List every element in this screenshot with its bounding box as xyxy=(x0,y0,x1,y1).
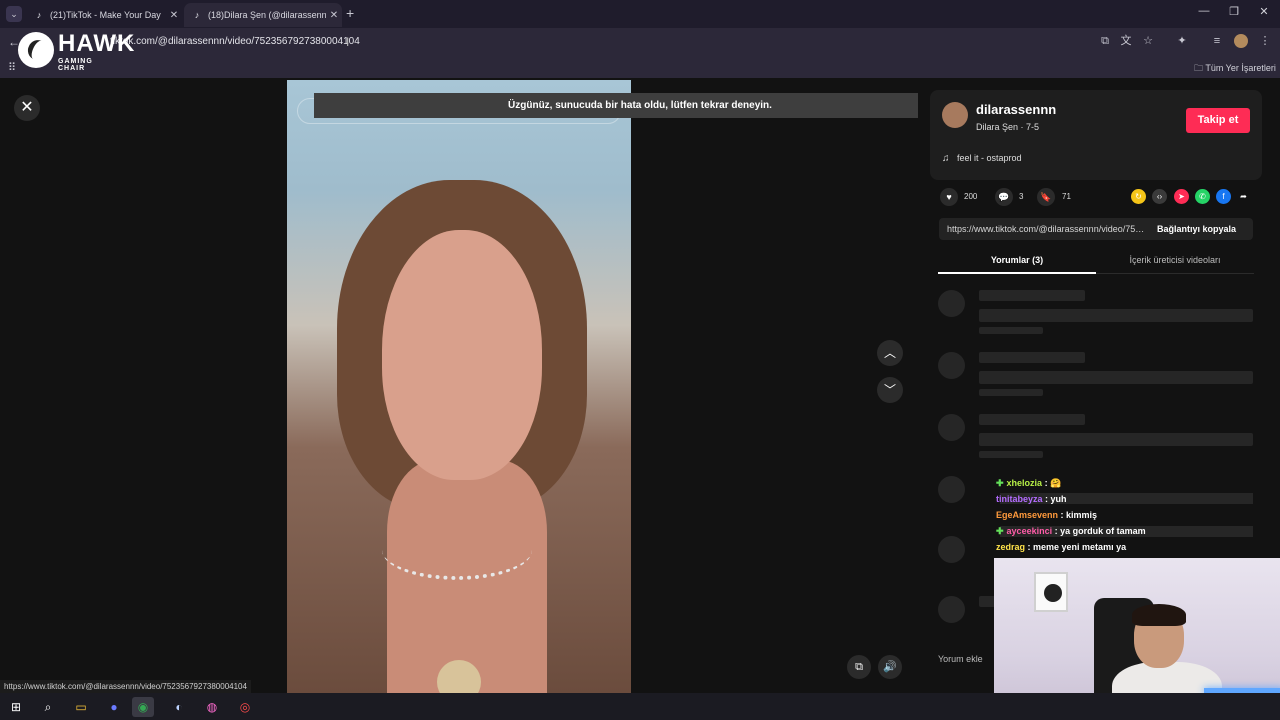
address-bar[interactable]: tiktok.com/@dilarassennn/video/752356792… xyxy=(100,32,1100,52)
comment-skeleton xyxy=(938,290,1254,340)
media-icon[interactable]: ≡ xyxy=(1210,34,1224,48)
close-tab-icon[interactable]: ✕ xyxy=(166,10,182,21)
tab-title: (21)TikTok - Make Your Day xyxy=(50,10,161,20)
stats-row: ♥ 200 💬 3 🔖 71 ↻ ‹› ➤ ✆ f ➦ xyxy=(930,186,1270,210)
all-bookmarks-label: Tüm Yer İşaretleri xyxy=(1205,63,1276,73)
translate-icon[interactable]: 文 xyxy=(1119,34,1133,48)
stream-chat: ✚ xhelozia : 🤗 tinitabeyza : yuh EgeAmsev… xyxy=(996,478,1256,558)
chat-user: ayceekinci xyxy=(1006,526,1053,536)
discord-icon[interactable]: ◍ xyxy=(201,697,223,717)
search-icon[interactable]: ⌕ xyxy=(37,697,59,717)
hawk-subtitle: GAMING CHAIR xyxy=(58,58,93,72)
hawk-logo: HAWK GAMING CHAIR xyxy=(18,30,134,72)
music-title[interactable]: feel it - ostaprod xyxy=(957,153,1022,163)
chat-text: : kimmiş xyxy=(1060,510,1098,520)
like-icon[interactable]: ♥ xyxy=(940,188,958,206)
status-bar-url: https://www.tiktok.com/@dilarassennn/vid… xyxy=(0,680,251,693)
install-app-icon[interactable]: ⧉ xyxy=(1098,34,1112,48)
browser-tab-tiktok[interactable]: ♪ (21)TikTok - Make Your Day ✕ xyxy=(26,3,182,27)
restore-icon[interactable]: ❐ xyxy=(1219,5,1249,18)
author-display-name: Dilara Şen · 7-5 xyxy=(976,122,1040,132)
author-card: dilarassennn Dilara Şen · 7-5 Takip et ♫… xyxy=(930,90,1262,180)
profile-avatar[interactable] xyxy=(1234,34,1248,48)
music-note-icon: ♫ xyxy=(942,153,950,164)
next-video-button[interactable]: ﹀ xyxy=(877,377,903,403)
author-avatar[interactable] xyxy=(942,102,968,128)
tab-underline xyxy=(938,272,1096,274)
copy-link-row: https://www.tiktok.com/@dilarassennn/vid… xyxy=(939,218,1253,240)
new-tab-button[interactable]: + xyxy=(346,6,354,20)
chat-message: tinitabeyza : yuh xyxy=(996,494,1256,510)
recording-app-icon[interactable]: ◎ xyxy=(234,697,256,717)
comment-skeleton xyxy=(938,414,1254,464)
tab-comments[interactable]: Yorumlar (3) xyxy=(938,255,1096,265)
chat-text: : 🤗 xyxy=(1044,478,1062,488)
save-count: 71 xyxy=(1062,192,1071,201)
hawk-wordmark: HAWK xyxy=(58,30,136,57)
tab-search-button[interactable]: ⌄ xyxy=(6,6,22,22)
tiktok-icon: ♪ xyxy=(36,10,42,20)
comment-skeleton xyxy=(938,352,1254,402)
url-text: tiktok.com/@dilarassennn/video/752356792… xyxy=(110,36,360,47)
close-window-icon[interactable]: ✕ xyxy=(1249,5,1279,18)
chat-badge-icon: ✚ xyxy=(996,478,1004,488)
whatsapp-icon[interactable]: ✆ xyxy=(1195,189,1210,204)
repost-icon[interactable]: ↻ xyxy=(1131,189,1146,204)
chrome-icon[interactable]: ◉ xyxy=(132,697,154,717)
tiktok-icon: ♪ xyxy=(194,10,200,20)
browser-toolbar: ← tiktok.com/@dilarassennn/video/7523567… xyxy=(0,28,1280,56)
chat-message: EgeAmsevenn : kimmiş xyxy=(996,510,1256,526)
star-icon[interactable]: ☆ xyxy=(1141,34,1155,48)
bookmark-icon[interactable]: 🔖 xyxy=(1037,188,1055,206)
embed-icon[interactable]: ‹› xyxy=(1152,189,1167,204)
previous-video-button[interactable]: ︿ xyxy=(877,340,903,366)
author-username[interactable]: dilarassennn xyxy=(976,102,1056,117)
chat-message: ✚ ayceekinci : ya gorduk of tamam xyxy=(996,526,1256,542)
text-cursor-icon: I xyxy=(346,35,350,49)
chat-text: : meme yeni metamı ya xyxy=(1027,542,1127,552)
chat-message: zedrag : meme yeni metamı ya xyxy=(996,542,1256,558)
share-arrow-icon[interactable]: ➦ xyxy=(1236,189,1251,204)
pip-icon[interactable]: ⧉ xyxy=(847,655,871,679)
minimize-icon[interactable]: — xyxy=(1189,5,1219,17)
follow-button[interactable]: Takip et xyxy=(1186,108,1250,133)
bookmarks-bar: ⠿ 🗀 Tüm Yer İşaretleri xyxy=(0,56,1280,78)
app-icon[interactable]: ● xyxy=(103,697,125,717)
chat-user: zedrag xyxy=(996,542,1026,552)
browser-tabstrip: ⌄ ♪ (21)TikTok - Make Your Day ✕ ♪ (18)D… xyxy=(0,0,1280,28)
windows-start-icon[interactable]: ⊞ xyxy=(5,697,27,717)
video-player[interactable] xyxy=(287,80,631,693)
chat-message: ✚ xhelozia : 🤗 xyxy=(996,478,1256,494)
error-toast: Üzgünüz, sunucuda bir hata oldu, lütfen … xyxy=(314,93,966,118)
taskbar: ⊞ ⌕ ▭ ● ◉ ◐ ◍ ◎ xyxy=(0,693,1280,720)
file-explorer-icon[interactable]: ▭ xyxy=(70,697,92,717)
facebook-icon[interactable]: f xyxy=(1216,189,1231,204)
chat-badge-icon: ✚ xyxy=(996,526,1004,536)
comment-count: 3 xyxy=(1019,192,1024,201)
comment-icon[interactable]: 💬 xyxy=(995,188,1013,206)
volume-icon[interactable]: 🔊 xyxy=(878,655,902,679)
tab-title: (18)Dilara Şen (@dilarassennn) xyxy=(208,10,326,20)
menu-icon[interactable]: ⋮ xyxy=(1258,34,1272,48)
close-tab-icon[interactable]: ✕ xyxy=(326,10,342,21)
steam-icon[interactable]: ◐ xyxy=(168,697,190,717)
chat-text: : ya gorduk of tamam xyxy=(1054,526,1146,536)
chat-text: : yuh xyxy=(1045,494,1067,504)
video-link[interactable]: https://www.tiktok.com/@dilarassennn/vid… xyxy=(947,224,1147,234)
browser-tab-dilara[interactable]: ♪ (18)Dilara Şen (@dilarassennn) ✕ xyxy=(184,3,342,27)
copy-link-button[interactable]: Bağlantıyı kopyala xyxy=(1157,224,1236,234)
comment-input[interactable]: Yorum ekle xyxy=(938,654,998,664)
chat-user: EgeAmsevenn xyxy=(996,510,1059,520)
chat-user: xhelozia xyxy=(1006,478,1043,488)
send-icon[interactable]: ➤ xyxy=(1174,189,1189,204)
hawk-feather-icon xyxy=(18,32,54,68)
apps-icon[interactable]: ⠿ xyxy=(8,61,16,74)
panel-tabs: Yorumlar (3) İçerik üreticisi videoları xyxy=(938,250,1254,274)
extensions-icon[interactable]: ✦ xyxy=(1175,34,1189,48)
all-bookmarks-button[interactable]: 🗀 Tüm Yer İşaretleri xyxy=(1194,61,1276,77)
tab-creator-videos[interactable]: İçerik üreticisi videoları xyxy=(1096,255,1254,265)
like-count: 200 xyxy=(964,192,978,201)
chat-user: tinitabeyza xyxy=(996,494,1043,504)
close-video-button[interactable]: ✕ xyxy=(14,95,40,121)
